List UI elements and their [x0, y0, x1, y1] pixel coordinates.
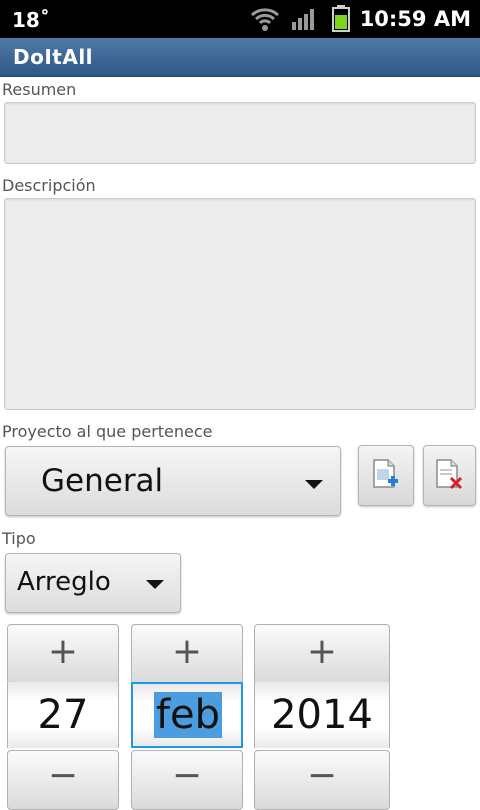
- add-project-button[interactable]: [358, 445, 414, 506]
- day-field[interactable]: 27: [7, 682, 119, 748]
- day-value: 27: [37, 692, 89, 738]
- day-increment-button[interactable]: +: [7, 624, 119, 684]
- month-value: feb: [153, 692, 223, 738]
- title-bar: DoItAll: [0, 38, 480, 77]
- year-picker: + 2014 −: [254, 624, 390, 810]
- year-increment-button[interactable]: +: [254, 624, 390, 684]
- minus-icon: −: [171, 755, 203, 796]
- month-decrement-button[interactable]: −: [131, 750, 243, 810]
- month-picker: + feb −: [131, 624, 243, 810]
- type-value: Arreglo: [17, 567, 111, 597]
- app-title: DoItAll: [13, 45, 94, 69]
- minus-icon: −: [306, 755, 338, 796]
- project-value: General: [41, 463, 164, 499]
- year-value: 2014: [271, 692, 373, 738]
- month-increment-button[interactable]: +: [131, 624, 243, 684]
- plus-icon: +: [306, 631, 338, 672]
- temperature: 18˚: [12, 8, 50, 32]
- type-label: Tipo: [2, 529, 36, 548]
- add-document-icon: [373, 459, 398, 488]
- description-label: Descripción: [2, 176, 96, 195]
- delete-project-button[interactable]: [423, 445, 476, 506]
- project-label: Proyecto al que pertenece: [2, 422, 213, 441]
- year-decrement-button[interactable]: −: [254, 750, 390, 810]
- plus-icon: +: [47, 631, 79, 672]
- signal-icon: [292, 9, 314, 30]
- dropdown-arrow-icon: [305, 480, 323, 489]
- description-input[interactable]: [4, 198, 476, 410]
- minus-icon: −: [47, 755, 79, 796]
- summary-label: Resumen: [2, 80, 77, 99]
- status-bar: 18˚ 10:59 AM: [0, 0, 480, 38]
- type-spinner[interactable]: Arreglo: [5, 553, 181, 613]
- day-decrement-button[interactable]: −: [7, 750, 119, 810]
- wifi-icon: [250, 8, 280, 31]
- dropdown-arrow-icon: [146, 580, 164, 589]
- month-field[interactable]: feb: [131, 682, 243, 748]
- clock: 10:59 AM: [359, 7, 471, 31]
- plus-icon: +: [171, 631, 203, 672]
- project-spinner[interactable]: General: [5, 446, 341, 516]
- day-picker: + 27 −: [7, 624, 119, 810]
- year-field[interactable]: 2014: [254, 682, 390, 748]
- delete-document-icon: [436, 459, 463, 490]
- battery-icon: [332, 5, 350, 32]
- summary-input[interactable]: [4, 102, 476, 164]
